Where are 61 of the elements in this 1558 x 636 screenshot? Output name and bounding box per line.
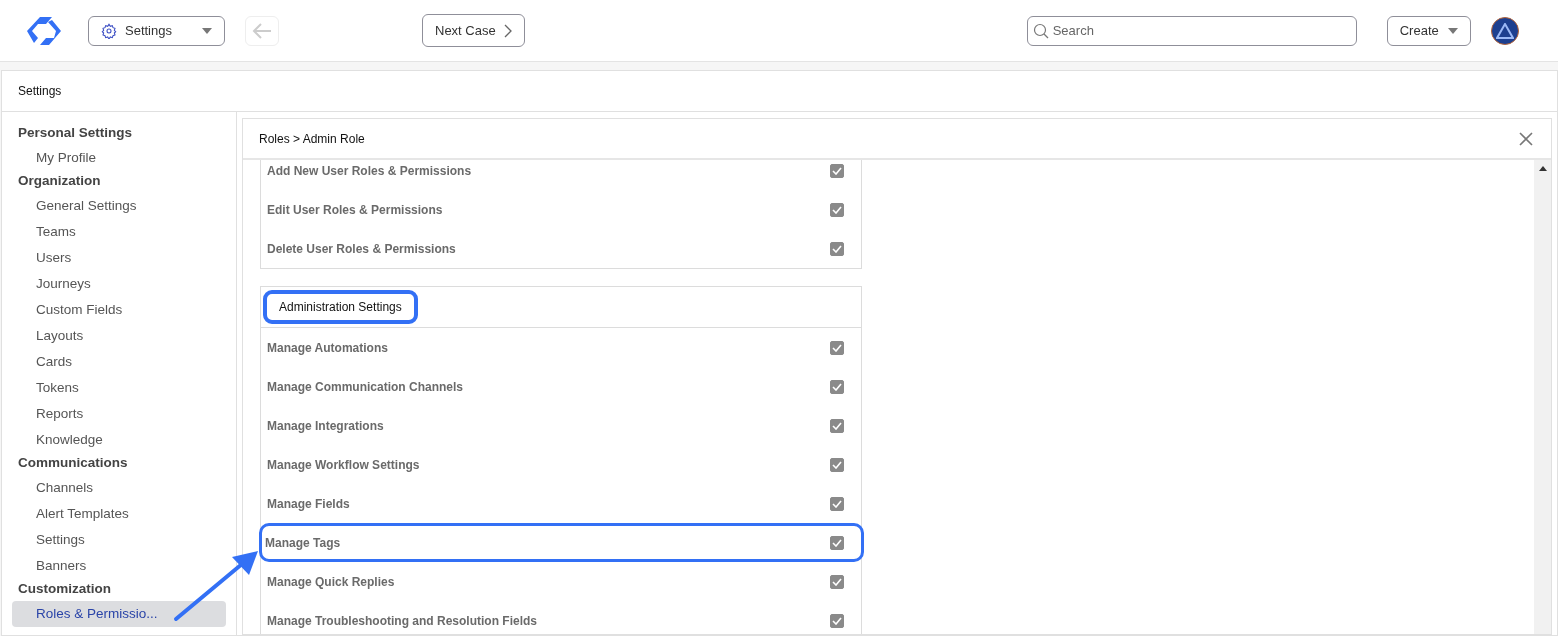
avatar-logo-icon	[1495, 22, 1514, 39]
search-icon	[1032, 22, 1049, 39]
sidebar-item[interactable]: Settings	[12, 527, 226, 553]
checkbox[interactable]	[830, 496, 844, 511]
sidebar-item[interactable]: Banners	[12, 553, 226, 579]
search-field[interactable]: Search	[1026, 15, 1357, 46]
checkbox[interactable]	[830, 163, 844, 178]
sidebar-item[interactable]: Alert Templates	[12, 501, 226, 527]
checkbox[interactable]	[830, 457, 844, 472]
breadcrumb: Roles > Admin Role	[259, 131, 365, 146]
close-button[interactable]	[1519, 131, 1533, 146]
checkbox[interactable]	[830, 613, 844, 628]
checkbox[interactable]	[830, 241, 844, 256]
sidebar-item[interactable]: Cards	[12, 349, 226, 375]
sidebar-item[interactable]: Channels	[12, 475, 226, 501]
sidebar-item[interactable]: Reports	[12, 401, 226, 427]
sidebar-group-label: Organization	[17, 172, 102, 190]
sidebar-group-label: Customization	[17, 580, 112, 598]
left-arrow-icon	[252, 22, 272, 39]
page-title: Settings	[18, 84, 62, 98]
next-case-button[interactable]: Next Case	[422, 14, 525, 47]
sidebar-item[interactable]: Teams	[12, 219, 226, 245]
sidebar-item[interactable]: Users	[12, 245, 226, 271]
gear-icon	[101, 22, 117, 39]
scroll-up-icon	[1538, 166, 1547, 171]
create-menu[interactable]: Create	[1386, 15, 1471, 46]
permission-label: Edit User Roles & Permissions	[267, 202, 443, 217]
sidebar-item[interactable]: Custom Fields	[12, 297, 226, 323]
settings-menu[interactable]: Settings	[88, 15, 225, 46]
sidebar-item[interactable]: Layouts	[12, 323, 226, 349]
permission-label: Manage Quick Replies	[267, 574, 395, 589]
sidebar-item[interactable]: General Settings	[12, 193, 226, 219]
close-icon	[1519, 131, 1533, 146]
permission-label: Manage Workflow Settings	[267, 457, 420, 472]
checkbox[interactable]	[830, 535, 844, 550]
permission-label: Add New User Roles & Permissions	[267, 163, 472, 178]
permission-label: Manage Communication Channels	[267, 379, 464, 394]
permission-label: Manage Fields	[267, 496, 350, 511]
permission-label: Delete User Roles & Permissions	[267, 241, 456, 256]
caret-icon	[202, 27, 212, 34]
sidebar-group-label: Communications	[17, 454, 129, 472]
scrollbar[interactable]	[1534, 160, 1551, 634]
sidebar-group-label: Personal Settings	[17, 124, 134, 142]
caret-icon	[1447, 27, 1458, 34]
sidebar-item[interactable]: Tokens	[12, 375, 226, 401]
permission-label: Manage Automations	[267, 340, 388, 355]
sidebar-item[interactable]: Roles & Permissio...	[12, 601, 226, 627]
permission-label: Manage Integrations	[267, 418, 384, 433]
user-avatar[interactable]	[1490, 16, 1519, 45]
sidebar-item[interactable]: My Profile	[12, 145, 226, 171]
checkbox[interactable]	[830, 340, 844, 355]
checkbox[interactable]	[830, 418, 844, 433]
checkbox[interactable]	[830, 574, 844, 589]
sidebar-item[interactable]: Knowledge	[12, 427, 226, 453]
checkbox[interactable]	[830, 379, 844, 394]
chevron-right-icon	[503, 23, 512, 38]
permission-label: Manage Tags	[265, 535, 341, 550]
checkbox[interactable]	[830, 202, 844, 217]
section-heading: Administration Settings	[263, 290, 418, 324]
permission-label: Manage Troubleshooting and Resolution Fields	[267, 613, 537, 628]
sidebar-item[interactable]: Journeys	[12, 271, 226, 297]
